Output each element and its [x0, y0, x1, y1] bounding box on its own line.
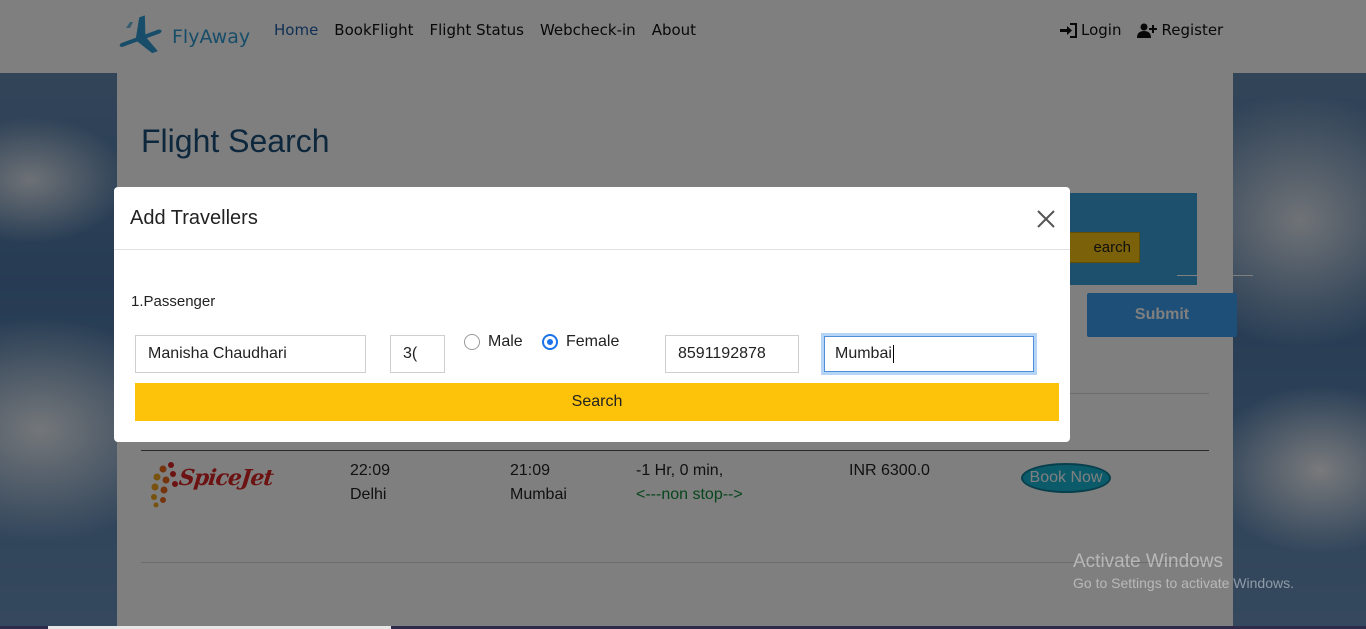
passenger-age-input[interactable]: 3( — [390, 335, 445, 373]
radio-button[interactable] — [464, 334, 480, 350]
watermark-title: Activate Windows — [1073, 551, 1223, 572]
gender-female-radio[interactable]: Female — [542, 333, 619, 351]
close-icon[interactable] — [1032, 205, 1060, 233]
activate-windows-watermark: Activate Windows Go to Settings to activ… — [1073, 551, 1294, 591]
passenger-name-input[interactable]: Manisha Chaudhari — [135, 335, 366, 373]
city-value: Mumbai — [835, 345, 892, 362]
passenger-city-input[interactable]: Mumbai — [821, 333, 1037, 375]
gender-male-radio[interactable]: Male — [464, 333, 523, 351]
modal-header: Add Travellers — [114, 187, 1070, 250]
passenger-label: 1.Passenger — [131, 293, 216, 310]
watermark-subtitle: Go to Settings to activate Windows. — [1073, 575, 1294, 591]
add-travellers-modal: Add Travellers 1.Passenger Manisha Chaud… — [114, 187, 1070, 442]
gender-male-label: Male — [488, 333, 523, 350]
text-caret — [892, 345, 894, 363]
radio-button-checked[interactable] — [542, 334, 558, 350]
modal-title: Add Travellers — [130, 207, 258, 229]
search-button[interactable]: Search — [135, 383, 1059, 421]
passenger-phone-input[interactable]: 8591192878 — [665, 335, 799, 373]
gender-female-label: Female — [566, 333, 620, 350]
